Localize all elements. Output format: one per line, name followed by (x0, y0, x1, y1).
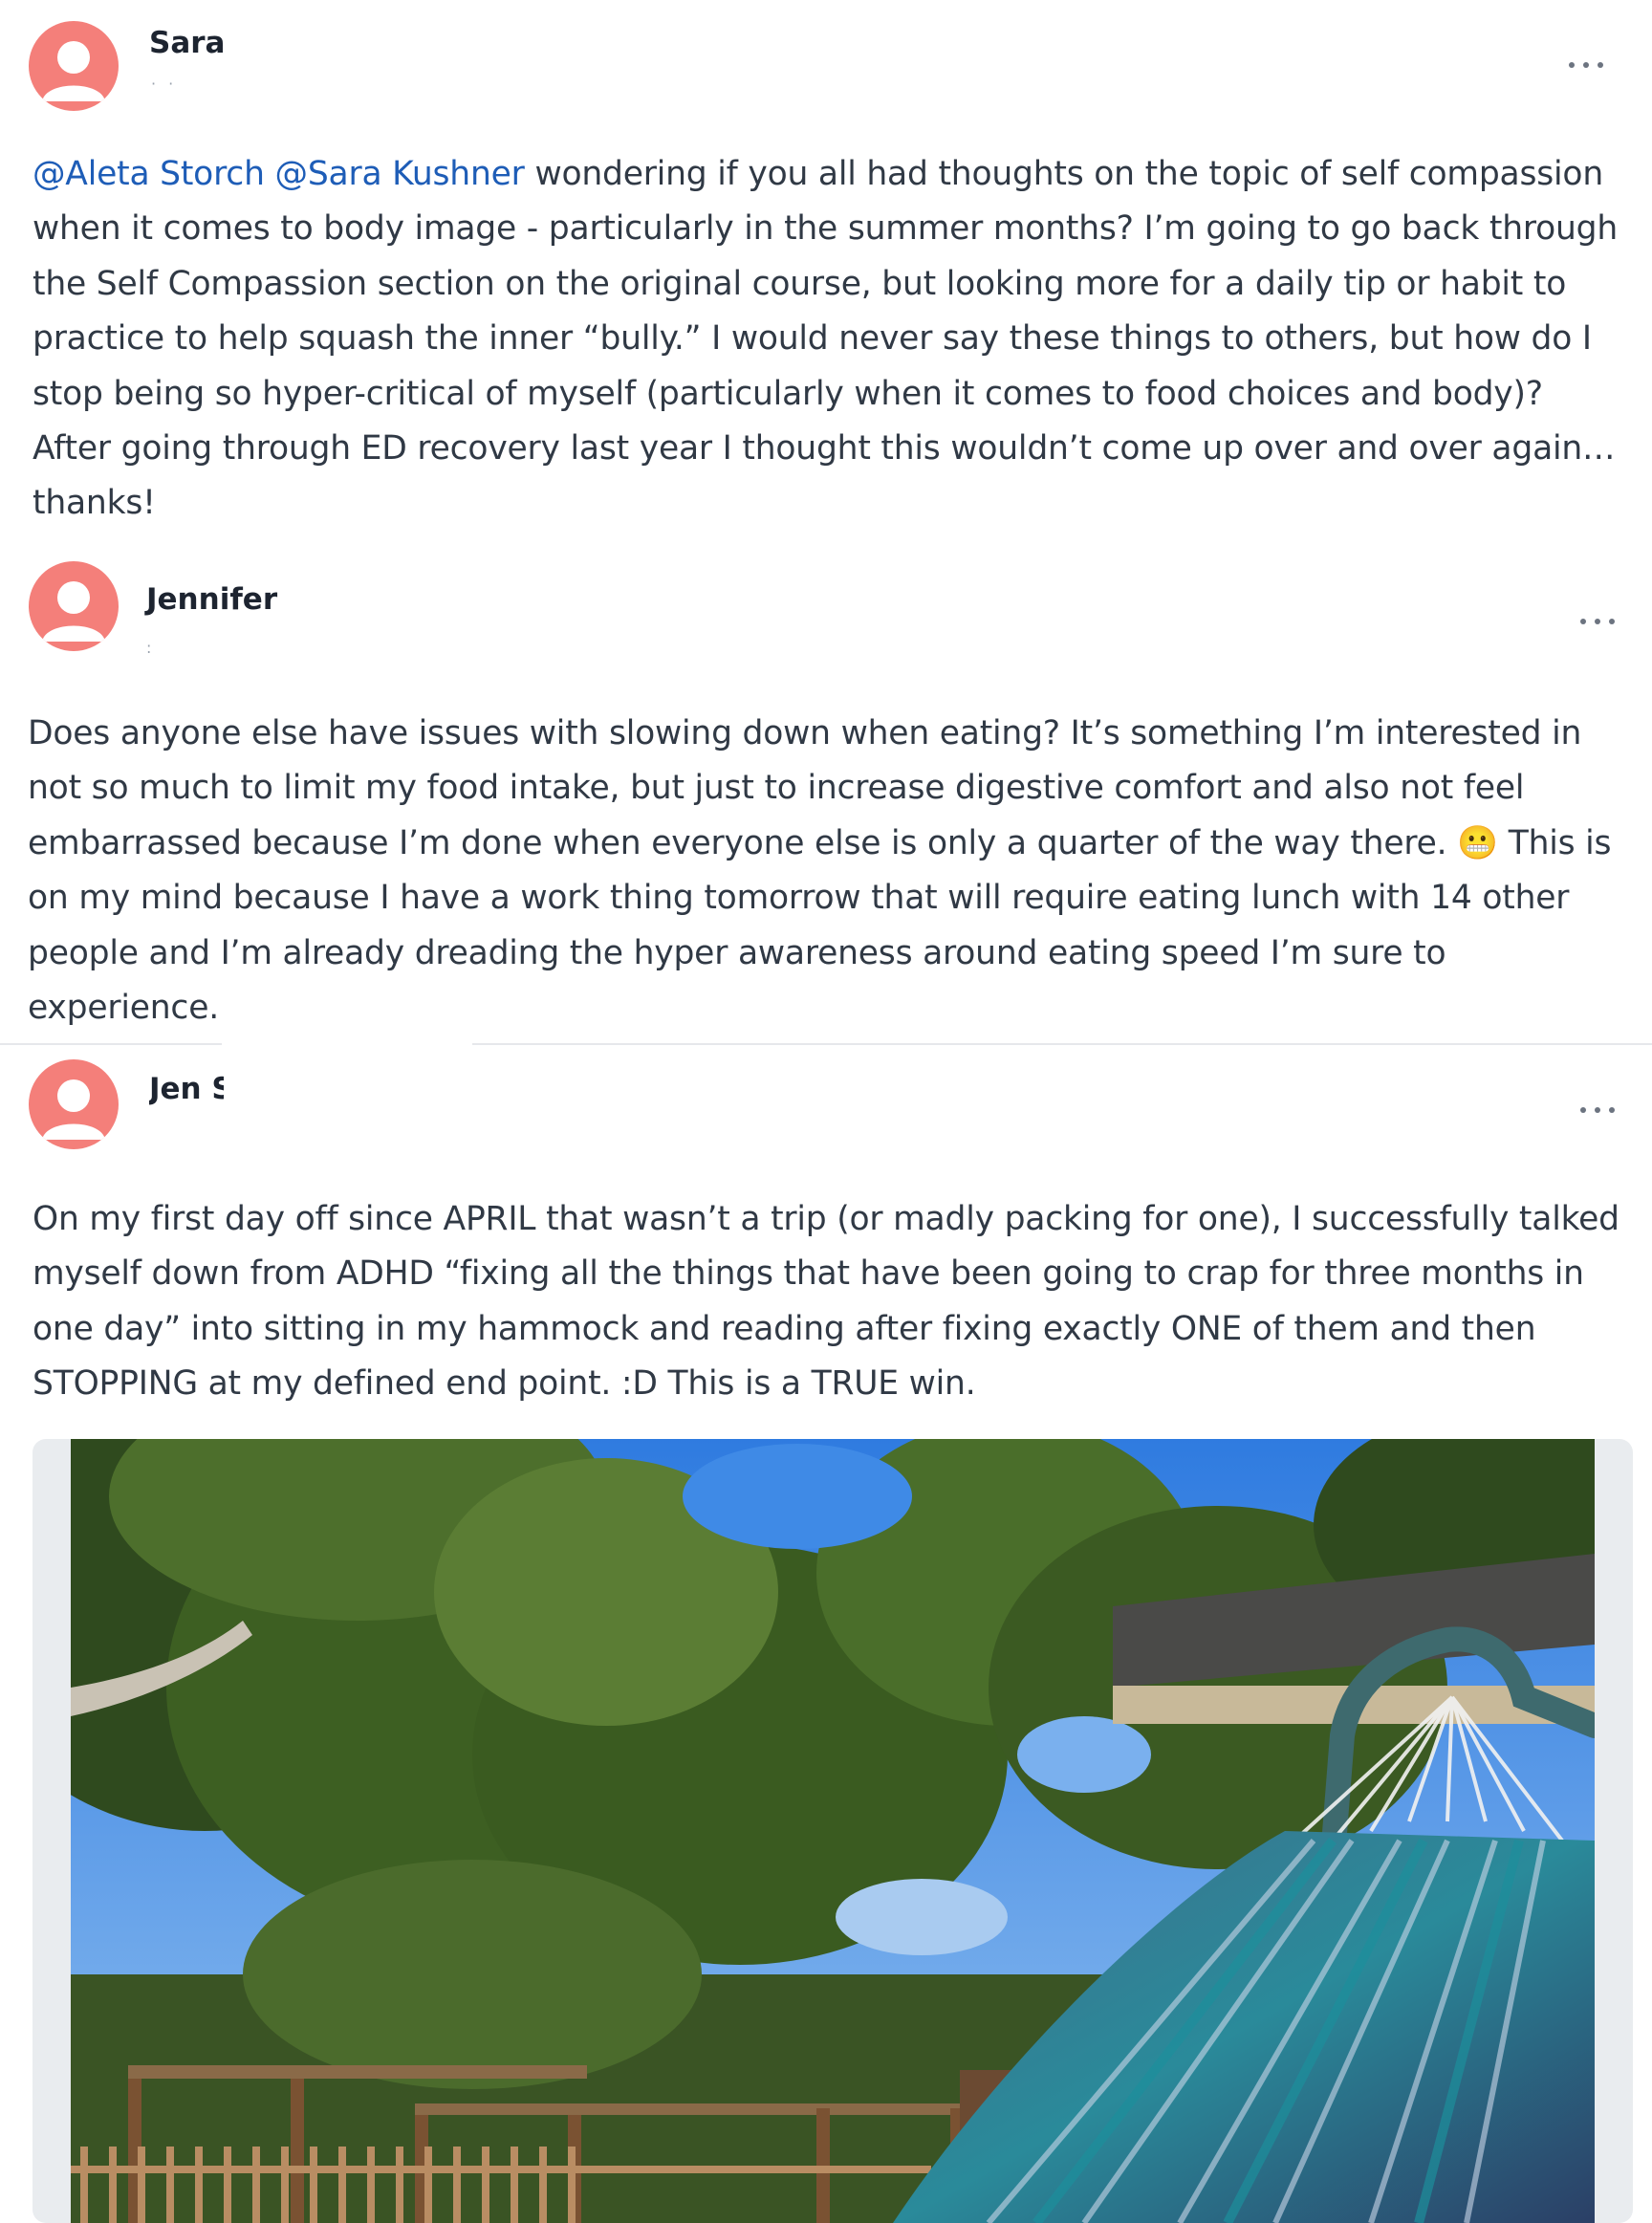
post-body: Does anyone else have issues with slowin… (28, 707, 1634, 1035)
author-name[interactable]: Sara (149, 26, 225, 60)
divider-gap (222, 1038, 472, 1048)
post-text: Does anyone else have issues with slowin… (28, 714, 1582, 862)
post-image-card[interactable] (33, 1439, 1633, 2223)
more-options-icon[interactable] (1562, 51, 1610, 79)
post-body: On my first day off since APRIL that was… (33, 1192, 1639, 1412)
post-text: wondering if you all had thoughts on the… (33, 155, 1619, 523)
post-body: @Aleta Storch @Sara Kushner wondering if… (33, 147, 1629, 532)
author-name[interactable]: Jennifer (146, 582, 277, 617)
user-avatar-icon[interactable] (29, 1059, 119, 1149)
more-options-icon[interactable] (1574, 607, 1621, 636)
user-avatar-icon[interactable] (29, 561, 119, 651)
post-text: On my first day off since APRIL that was… (33, 1200, 1619, 1404)
post-meta: · · (151, 75, 178, 93)
hammock-garden-photo[interactable] (71, 1439, 1595, 2223)
mention-link[interactable]: @Sara Kushner (275, 155, 525, 193)
author-name[interactable]: Jen S (149, 1072, 224, 1106)
grimace-emoji-icon: 😬 (1457, 823, 1498, 862)
user-avatar-icon[interactable] (29, 21, 119, 111)
more-options-icon[interactable] (1574, 1096, 1621, 1124)
mention-link[interactable]: @Aleta Storch (33, 155, 265, 193)
post-meta: : (146, 639, 156, 657)
